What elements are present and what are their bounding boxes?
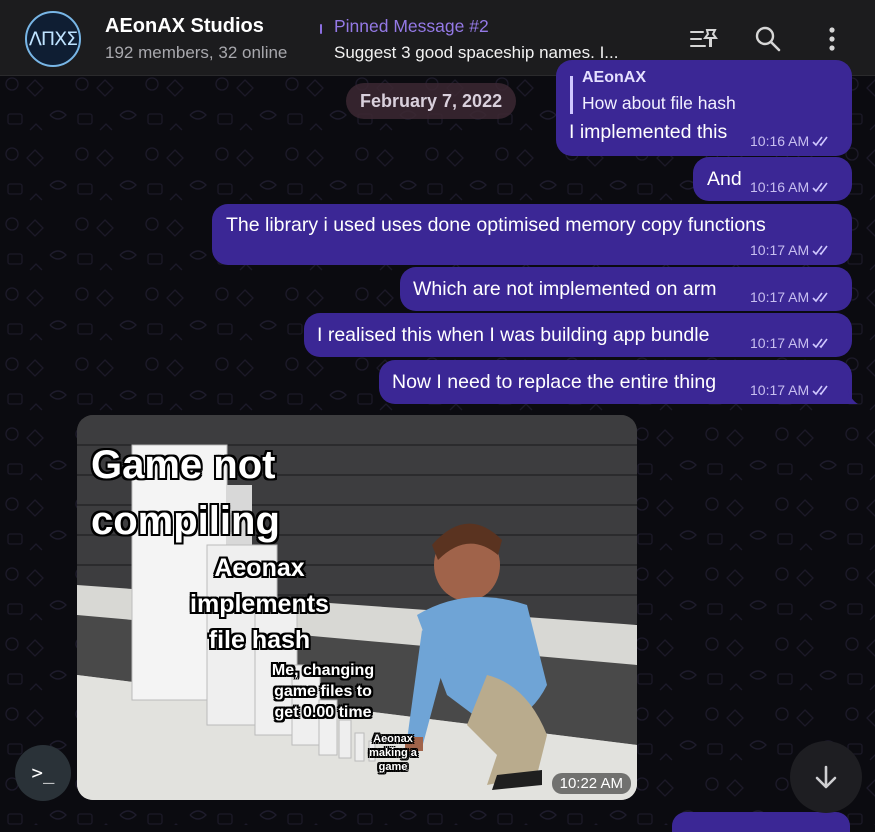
meme-caption-4: Aeonax making a game	[369, 733, 417, 773]
message-meta: 10:17 AM	[750, 242, 834, 258]
meme-caption-1: Game not compiling	[91, 443, 280, 543]
message-meta: 10:16 AM	[750, 179, 834, 195]
message-meta: 10:17 AM	[750, 382, 834, 398]
reply-author[interactable]: AEonAX	[582, 69, 646, 87]
message-bubble-outgoing[interactable]: And 10:16 AM	[693, 157, 852, 201]
message-text: And	[707, 168, 742, 190]
read-checks-icon	[812, 182, 828, 193]
reply-quote-bar	[570, 76, 573, 114]
bot-commands-button[interactable]: >_	[15, 745, 71, 801]
message-meta: 10:16 AM	[750, 133, 834, 149]
read-checks-icon	[812, 292, 828, 303]
message-bubble-outgoing[interactable]: I realised this when I was building app …	[304, 313, 852, 357]
pinned-indicator	[320, 24, 322, 34]
reply-text[interactable]: How about file hash	[582, 93, 736, 114]
scroll-to-bottom-button[interactable]	[790, 741, 862, 813]
message-bubble-outgoing[interactable]: The library i used uses done optimised m…	[212, 204, 852, 265]
message-time: 10:17 AM	[750, 335, 810, 351]
read-checks-icon	[812, 338, 828, 349]
message-text: I implemented this	[569, 121, 728, 143]
read-checks-icon	[812, 385, 828, 396]
group-member-count: 192 members, 32 online	[105, 43, 288, 62]
search-icon[interactable]	[753, 24, 783, 54]
message-meta: 10:17 AM	[750, 335, 834, 351]
arrow-down-icon	[815, 765, 837, 789]
more-options-icon[interactable]	[817, 24, 847, 54]
meme-image[interactable]: Game not compiling Aeonax implements fil…	[77, 415, 637, 800]
message-time: 10:17 AM	[750, 242, 810, 258]
message-meta: 10:17 AM	[750, 289, 834, 305]
meme-caption-2: Aeonax implements file hash	[190, 554, 329, 654]
message-text: I realised this when I was building app …	[317, 324, 710, 346]
read-checks-icon	[812, 136, 828, 147]
bubble-tail	[848, 390, 858, 404]
media-time: 10:22 AM	[551, 773, 631, 794]
group-title[interactable]: AEonAX Studios	[105, 15, 264, 38]
message-bubble-outgoing[interactable]: AEonAX How about file hash I implemented…	[556, 60, 852, 156]
message-time: 10:17 AM	[750, 382, 810, 398]
message-bubble-outgoing-partial[interactable]	[672, 812, 850, 832]
message-time: 10:16 AM	[750, 179, 810, 195]
read-checks-icon	[812, 245, 828, 256]
message-text: The library i used uses done optimised m…	[226, 214, 766, 236]
message-text: Which are not implemented on arm	[413, 278, 717, 300]
meme-caption-3: Me, changing game files to get 0.00 time	[271, 662, 375, 721]
pinned-message-title[interactable]: Pinned Message #2	[334, 16, 489, 37]
message-text: Now I need to replace the entire thing	[392, 371, 717, 393]
terminal-icon: >_	[31, 762, 55, 784]
pinned-list-icon[interactable]	[689, 24, 719, 54]
message-bubble-outgoing[interactable]: Which are not implemented on arm 10:17 A…	[400, 267, 852, 311]
message-time: 10:16 AM	[750, 133, 810, 149]
message-bubble-outgoing[interactable]: Now I need to replace the entire thing 1…	[379, 360, 852, 404]
date-separator: February 7, 2022	[346, 83, 517, 119]
message-time: 10:17 AM	[750, 289, 810, 305]
group-avatar[interactable]: ΛПΧΣ	[25, 11, 81, 67]
